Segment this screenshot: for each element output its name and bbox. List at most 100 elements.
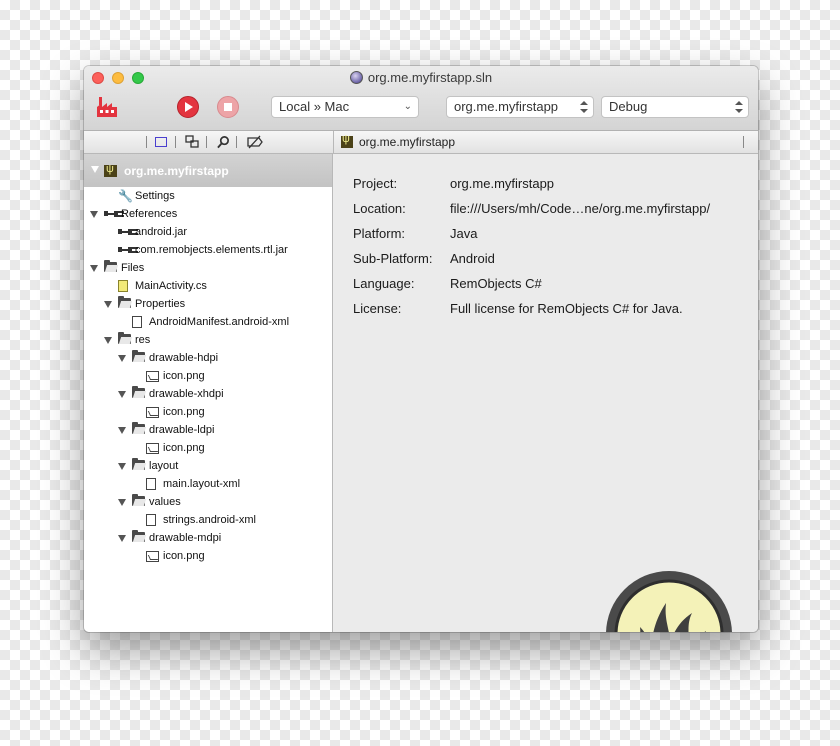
property-row: Project: org.me.myfirstapp	[353, 176, 753, 194]
disclosure-triangle-icon[interactable]	[118, 427, 126, 434]
window-title: org.me.myfirstapp.sln	[84, 70, 758, 85]
property-row: License: Full license for RemObjects C# f…	[353, 301, 753, 319]
pane-divider[interactable]	[333, 131, 334, 154]
project-root-label: org.me.myfirstapp	[124, 164, 229, 178]
folder-icon	[118, 296, 131, 308]
tree-item-label: References	[121, 208, 178, 220]
tree-item[interactable]: Files	[84, 259, 332, 277]
tree-item[interactable]: icon.png	[84, 547, 332, 565]
separator	[206, 136, 207, 148]
reference-icon	[118, 228, 132, 236]
tree-item[interactable]: strings.android-xml	[84, 511, 332, 529]
tree-item[interactable]: AndroidManifest.android-xml	[84, 313, 332, 331]
tree-item[interactable]: icon.png	[84, 367, 332, 385]
property-value: Full license for RemObjects C# for Java.	[450, 301, 683, 316]
tree-item[interactable]: Properties	[84, 295, 332, 313]
tree-item[interactable]: icon.png	[84, 403, 332, 421]
project-root-row[interactable]: org.me.myfirstapp	[84, 154, 332, 187]
wrench-icon: 🔧	[118, 189, 133, 203]
title-bar: org.me.myfirstapp.sln Local » Mac ⌄ org.…	[84, 66, 758, 131]
property-row: Platform: Java	[353, 226, 753, 244]
configuration-select[interactable]: Debug	[601, 96, 749, 118]
breakpoints-icon[interactable]	[247, 135, 263, 149]
configuration-select-value: Debug	[609, 99, 648, 114]
up-down-arrows-icon	[580, 100, 588, 114]
tree-item-label: main.layout-xml	[163, 478, 241, 490]
window-title-text: org.me.myfirstapp.sln	[367, 70, 493, 85]
disclosure-triangle-icon[interactable]	[104, 301, 112, 308]
folder-icon	[132, 494, 145, 506]
property-value: Android	[450, 251, 495, 266]
folder-icon	[132, 458, 145, 470]
tree-item[interactable]: drawable-mdpi	[84, 529, 332, 547]
tree-item-label: values	[149, 496, 181, 508]
tree-item-label: Files	[121, 262, 145, 274]
build-factory-icon[interactable]	[95, 95, 119, 119]
tree-item[interactable]: res	[84, 331, 332, 349]
tree-item-label: icon.png	[163, 442, 205, 454]
property-key: Platform:	[353, 226, 406, 241]
property-row: Sub-Platform: Android	[353, 251, 753, 269]
image-icon	[146, 407, 159, 418]
disclosure-triangle-icon[interactable]	[118, 463, 126, 470]
folder-icon	[118, 332, 131, 344]
folder-icon	[132, 530, 145, 542]
property-row: Language: RemObjects C#	[353, 276, 753, 294]
disclosure-triangle-icon[interactable]	[118, 535, 126, 542]
cs-file-icon	[118, 280, 128, 292]
tree-item[interactable]: icon.png	[84, 439, 332, 457]
project-details-pane: Project: org.me.myfirstapp Location: file:/…	[334, 154, 758, 632]
tree-item-label: android.jar	[135, 226, 187, 238]
project-select[interactable]: org.me.myfirstapp	[446, 96, 594, 118]
file-icon	[132, 316, 142, 328]
tree-item[interactable]: 🔧 Settings	[84, 187, 332, 205]
editor-tab-label: org.me.myfirstapp	[359, 135, 456, 149]
tree-item-label: drawable-ldpi	[149, 424, 215, 436]
project-icon	[104, 163, 117, 177]
tree-item[interactable]: main.layout-xml	[84, 475, 332, 493]
property-value: file:///Users/mh/Code…ne/org.me.myfirsta…	[450, 201, 711, 216]
stop-button[interactable]	[217, 96, 239, 118]
target-select-value: Local » Mac	[279, 99, 350, 114]
disclosure-triangle-icon[interactable]	[104, 337, 112, 344]
tree-item[interactable]: drawable-ldpi	[84, 421, 332, 439]
editor-tab[interactable]: org.me.myfirstapp	[341, 133, 456, 149]
property-key: Location:	[353, 201, 406, 216]
property-row: Location: file:///Users/mh/Code…ne/org.me…	[353, 201, 753, 219]
search-icon[interactable]	[217, 135, 230, 149]
tree-item[interactable]: android.jar	[84, 223, 332, 241]
tree-item[interactable]: drawable-xhdpi	[84, 385, 332, 403]
disclosure-triangle-icon[interactable]	[118, 355, 126, 362]
disclosure-triangle-icon[interactable]	[90, 265, 98, 272]
disclosure-triangle-icon[interactable]	[91, 166, 99, 173]
project-view-icon[interactable]	[155, 137, 167, 147]
tree-item-label: com.remobjects.elements.rtl.jar	[135, 244, 288, 256]
disclosure-triangle-icon[interactable]	[118, 391, 126, 398]
project-select-value: org.me.myfirstapp	[454, 99, 559, 114]
tree-item[interactable]: drawable-hdpi	[84, 349, 332, 367]
tree-item[interactable]: References	[84, 205, 332, 223]
ide-window: org.me.myfirstapp.sln Local » Mac ⌄ org.…	[84, 66, 758, 632]
run-button[interactable]	[177, 96, 199, 118]
folder-icon	[132, 350, 145, 362]
tree-item[interactable]: MainActivity.cs	[84, 277, 332, 295]
property-key: Project:	[353, 176, 398, 191]
folder-icon	[104, 260, 117, 272]
tree-item-label: drawable-hdpi	[149, 352, 219, 364]
target-select[interactable]: Local » Mac ⌄	[271, 96, 419, 118]
tree-item[interactable]: layout	[84, 457, 332, 475]
project-navigator: org.me.myfirstapp 🔧Settings References and…	[84, 154, 333, 632]
tree-item-label: AndroidManifest.android-xml	[149, 316, 290, 328]
property-value: RemObjects C#	[450, 276, 542, 291]
tree-item[interactable]: com.remobjects.elements.rtl.jar	[84, 241, 332, 259]
navigator-tab-bar: org.me.myfirstapp	[84, 131, 758, 154]
hierarchy-icon[interactable]	[185, 135, 199, 149]
tree-item-label: strings.android-xml	[163, 514, 256, 526]
file-icon	[146, 514, 156, 526]
disclosure-triangle-icon[interactable]	[118, 499, 126, 506]
separator	[175, 136, 176, 148]
tree-item-label: MainActivity.cs	[135, 280, 207, 292]
tree-item-label: Properties	[135, 298, 186, 310]
disclosure-triangle-icon[interactable]	[90, 211, 98, 218]
tree-item[interactable]: values	[84, 493, 332, 511]
